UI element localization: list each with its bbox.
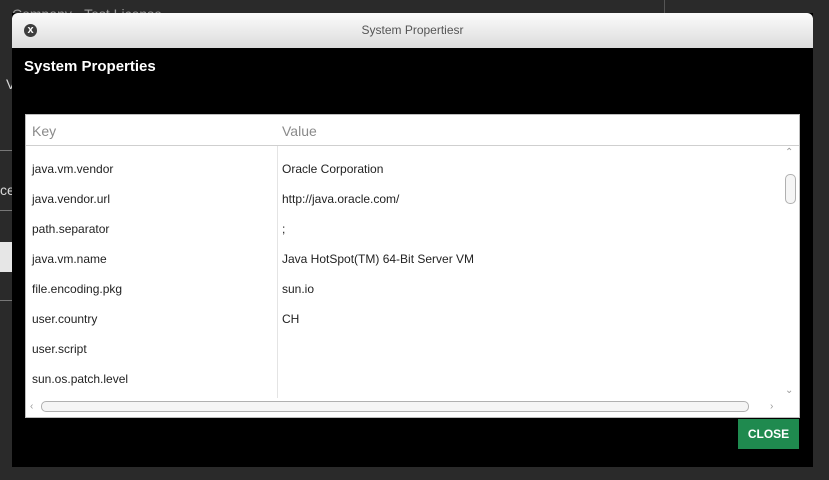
chevron-down-icon[interactable]: ⌄ [785, 386, 793, 396]
table-row[interactable]: sun.os.patch.level [26, 364, 783, 394]
table-cell-key: user.country [32, 312, 98, 326]
background-input [0, 242, 12, 272]
scroll-thumb[interactable] [41, 401, 749, 412]
dialog-heading: System Properties [24, 58, 156, 75]
table-cell-key: java.vendor.url [32, 192, 111, 206]
properties-table: Key Value java.vm.vendor Oracle Corporat… [25, 114, 800, 418]
close-button[interactable]: CLOSE [738, 419, 799, 449]
background-divider [0, 150, 12, 151]
table-cell-key: sun.os.patch.level [32, 372, 129, 386]
table-cell-key: java.vm.name [32, 252, 107, 266]
window-title: System Propertiesr [361, 23, 464, 37]
table-row[interactable]: path.separator ; [26, 214, 783, 244]
table-cell-key: java.vm.vendor [32, 162, 114, 176]
table-row[interactable]: user.country CH [26, 304, 783, 334]
vertical-scrollbar[interactable]: ⌃ ⌄ [781, 146, 799, 398]
table-cell-value: CH [282, 312, 300, 326]
chevron-left-icon[interactable]: ‹ [30, 402, 33, 412]
background-divider [0, 300, 12, 301]
table-cell-value: Oracle Corporation [282, 162, 384, 176]
table-row[interactable]: java.vm.name Java HotSpot(TM) 64-Bit Ser… [26, 244, 783, 274]
background-divider [0, 210, 12, 211]
column-header-value[interactable]: Value [282, 123, 317, 139]
table-cell-key: file.encoding.pkg [32, 282, 123, 296]
table-header: Key Value [26, 115, 799, 146]
chevron-right-icon[interactable]: › [770, 402, 773, 412]
column-header-key[interactable]: Key [32, 123, 56, 139]
table-cell-value: Java HotSpot(TM) 64-Bit Server VM [282, 252, 475, 266]
table-cell-value: ; [282, 222, 286, 236]
table-cell-value: sun.io [282, 282, 315, 296]
table-cell-value: http://java.oracle.com/ [282, 192, 400, 206]
table-row[interactable]: file.encoding.pkg sun.io [26, 274, 783, 304]
system-properties-dialog: x System Propertiesr System Properties K… [12, 13, 813, 467]
background-divider [664, 0, 665, 14]
table-row[interactable]: java.vendor.url http://java.oracle.com/ [26, 184, 783, 214]
table-body: java.vm.vendor Oracle Corporation java.v… [26, 146, 783, 398]
table-row[interactable]: java.vm.vendor Oracle Corporation [26, 154, 783, 184]
scroll-thumb[interactable] [785, 174, 796, 204]
table-cell-key: user.script [32, 342, 87, 356]
chevron-up-icon[interactable]: ⌃ [785, 148, 793, 158]
table-row[interactable]: user.script [26, 334, 783, 364]
table-cell-key: path.separator [32, 222, 110, 236]
horizontal-scrollbar[interactable]: ‹ › [26, 397, 799, 417]
dialog-titlebar: x System Propertiesr [12, 13, 813, 48]
